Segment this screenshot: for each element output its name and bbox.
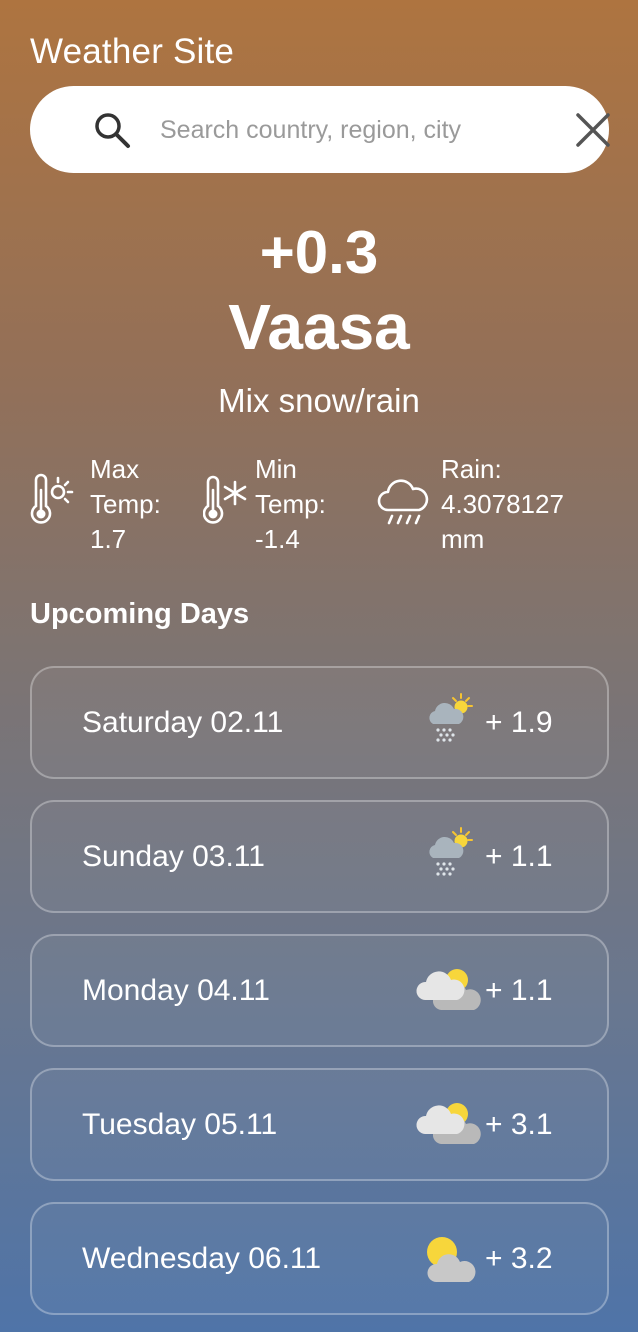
- app-title: Weather Site: [30, 32, 235, 71]
- search-input[interactable]: [160, 110, 540, 150]
- day-temp: + 1.1: [485, 840, 553, 873]
- day-label: Wednesday 06.11: [82, 1242, 322, 1275]
- max-temp-label-2: Temp:: [90, 489, 161, 519]
- min-temp-stat: Min Temp: -1.4: [203, 452, 326, 557]
- search-icon: [95, 113, 130, 148]
- rain-label: Rain:: [441, 454, 502, 484]
- clear-search-button[interactable]: [573, 110, 613, 150]
- max-temp-stat: Max Temp: 1.7: [28, 452, 161, 557]
- close-icon: [576, 113, 610, 147]
- day-card[interactable]: Monday 04.11 + 1.1: [30, 934, 609, 1047]
- max-temp-value: 1.7: [90, 524, 127, 554]
- cloudy-icon: [416, 1103, 481, 1144]
- day-label: Monday 04.11: [82, 974, 270, 1007]
- day-card[interactable]: Wednesday 06.11 + 3.2: [30, 1202, 609, 1315]
- rain-stat: Rain: 4.3078127 mm: [376, 452, 564, 557]
- day-temp: + 1.1: [485, 974, 553, 1007]
- thermometer-sun-icon: [30, 473, 74, 524]
- snow-sun-icon: [429, 693, 473, 742]
- day-temp: + 1.9: [485, 706, 553, 739]
- min-temp-value: -1.4: [255, 524, 300, 554]
- upcoming-days-title: Upcoming Days: [30, 598, 250, 630]
- rain-value: 4.3078127: [441, 489, 564, 519]
- partly-sunny-icon: [427, 1237, 476, 1282]
- rain-unit: mm: [441, 524, 485, 554]
- current-city: Vaasa: [228, 291, 410, 363]
- day-card[interactable]: Tuesday 05.11 + 3.1: [30, 1068, 609, 1181]
- rain-cloud-icon: [377, 479, 429, 525]
- current-condition: Mix snow/rain: [218, 382, 420, 419]
- day-label: Tuesday 05.11: [82, 1108, 278, 1141]
- current-temperature: +0.3: [259, 219, 379, 286]
- day-label: Sunday 03.11: [82, 840, 265, 873]
- max-temp-label-1: Max: [90, 454, 140, 484]
- snow-sun-icon: [429, 827, 473, 876]
- cloudy-icon: [416, 969, 481, 1010]
- thermometer-snow-icon: [203, 475, 247, 524]
- search-bar: [30, 86, 610, 173]
- day-label: Saturday 02.11: [82, 706, 284, 739]
- day-card[interactable]: Sunday 03.11 + 1.1: [30, 800, 609, 913]
- day-card[interactable]: Saturday 02.11 + 1.9: [30, 666, 609, 779]
- min-temp-label-1: Min: [255, 454, 297, 484]
- day-temp: + 3.1: [485, 1108, 553, 1141]
- min-temp-label-2: Temp:: [255, 489, 326, 519]
- day-temp: + 3.2: [485, 1242, 553, 1275]
